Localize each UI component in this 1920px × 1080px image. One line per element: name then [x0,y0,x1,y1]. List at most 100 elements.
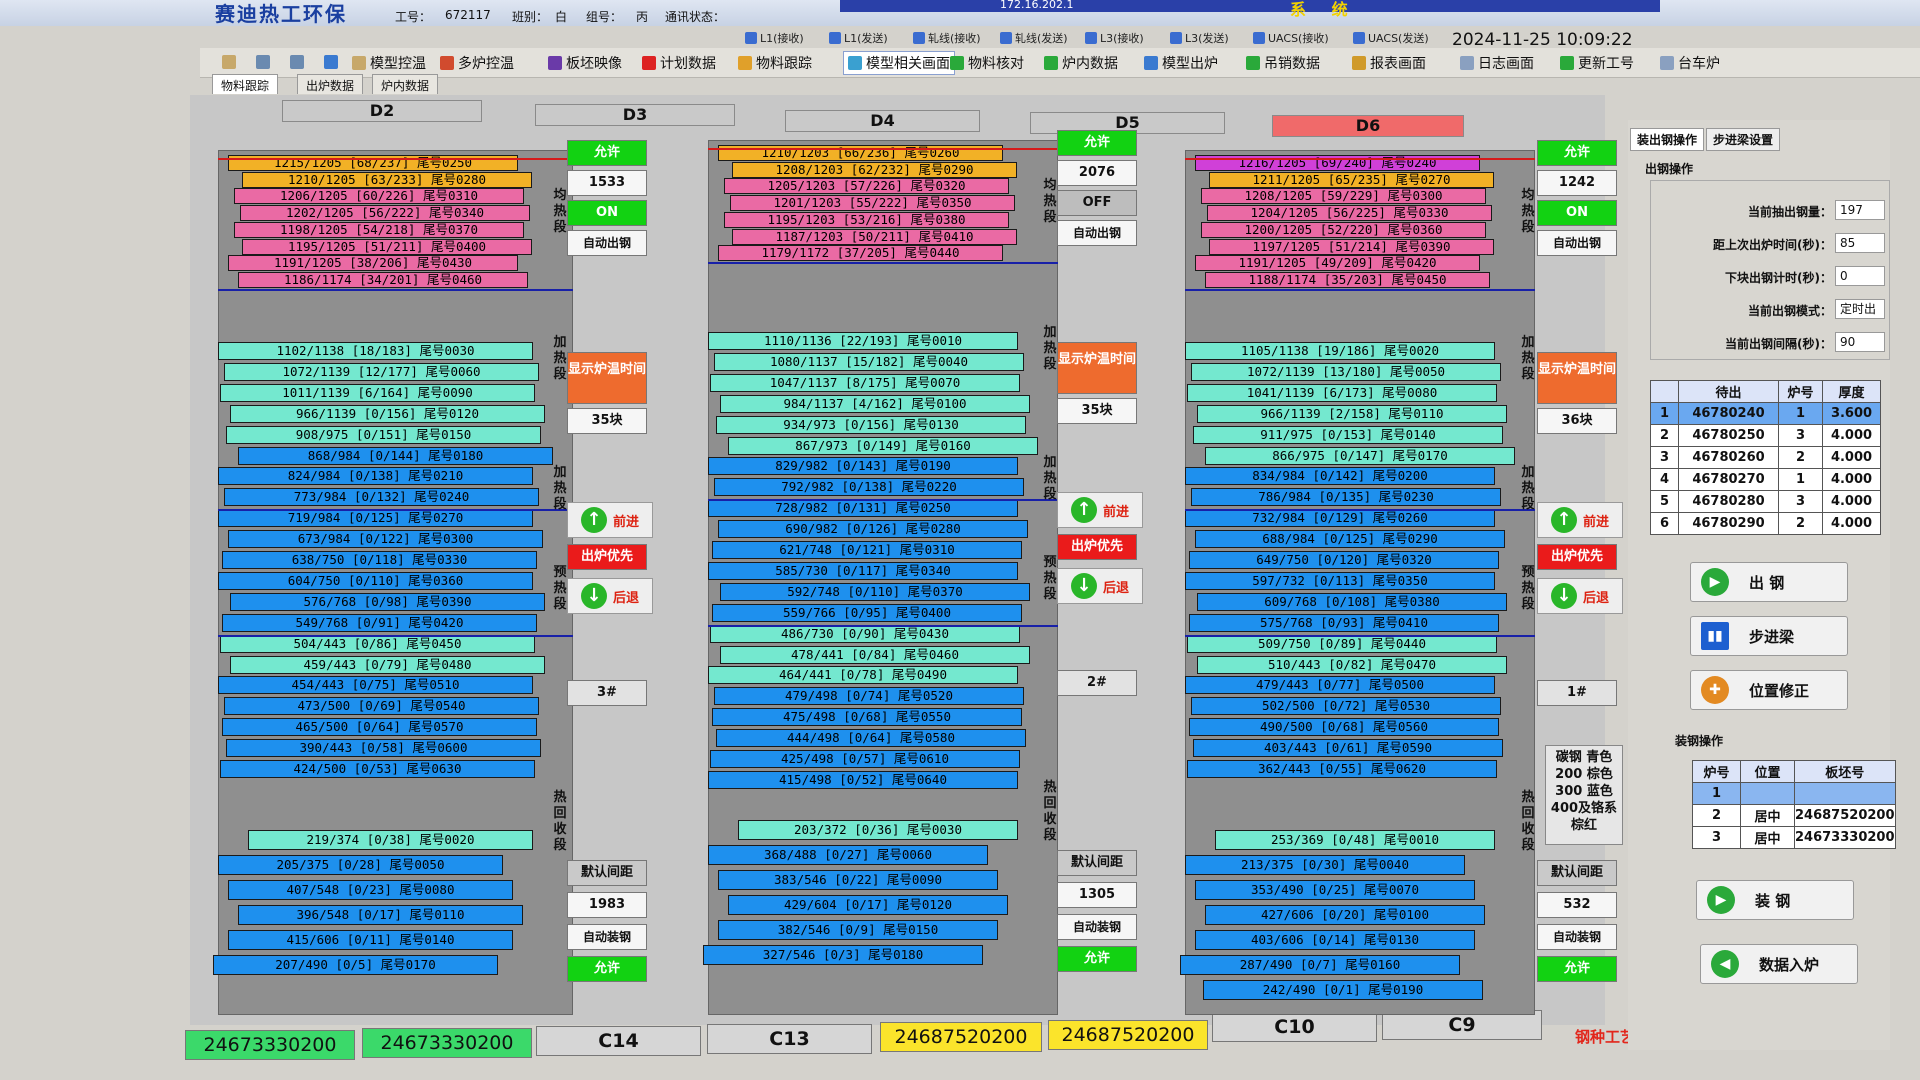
slab-item[interactable]: 575/768 [0/93] 尾号0410 [1189,613,1499,632]
slab-item[interactable]: 486/730 [0/90] 尾号0430 [710,624,1020,643]
walking-beam-button[interactable]: ▮▮ 步进梁 [1690,616,1848,656]
slab-item[interactable]: 834/984 [0/142] 尾号0200 [1185,467,1495,486]
slab-item[interactable]: 490/500 [0/68] 尾号0560 [1189,718,1499,737]
slab-item[interactable]: 1204/1205 [56/225] 尾号0330 [1207,205,1492,222]
slab-item[interactable]: 253/369 [0/48] 尾号0010 [1215,830,1495,850]
slab-item[interactable]: 966/1139 [0/156] 尾号0120 [230,404,545,423]
slab-item[interactable]: 1191/1205 [38/206] 尾号0430 [228,255,518,272]
slab-item[interactable]: 1047/1137 [8/175] 尾号0070 [710,373,1020,392]
slab-item[interactable]: 509/750 [0/89] 尾号0440 [1187,634,1497,653]
bottom-slot-c10[interactable]: C10 [1212,1012,1377,1042]
queue-row[interactable]: 6 46780290 2 4.000 [1650,512,1881,535]
slab-item[interactable]: 368/488 [0/27] 尾号0060 [708,845,988,865]
slab-item[interactable]: 1211/1205 [65/235] 尾号0270 [1209,171,1494,188]
auto-mode-toggle[interactable]: OFF [1057,190,1137,216]
slab-item[interactable]: 585/730 [0/117] 尾号0340 [708,561,1018,580]
furnace-data-button[interactable]: 炉内数据 [1044,51,1118,75]
slab-item[interactable]: 576/768 [0/98] 尾号0390 [230,592,545,611]
slab-item[interactable]: 444/498 [0/64] 尾号0580 [716,729,1026,748]
load-steel-button[interactable]: ▶ 装 钢 [1696,880,1854,920]
discharge-priority-button[interactable]: 出炉优先 [1537,544,1617,570]
slab-item[interactable]: 609/768 [0/108] 尾号0380 [1197,592,1507,611]
slab-item[interactable]: 403/606 [0/14] 尾号0130 [1195,930,1475,950]
slab-item[interactable]: 479/498 [0/74] 尾号0520 [714,687,1024,706]
slab-item[interactable]: 287/490 [0/7] 尾号0160 [1180,955,1460,975]
tab-load-discharge[interactable]: 装出钢操作 [1630,128,1705,151]
print-icon[interactable] [256,55,270,69]
slab-item[interactable]: 502/500 [0/72] 尾号0530 [1191,697,1501,716]
load-row[interactable]: 1 [1692,782,1896,805]
slab-item[interactable]: 353/490 [0/25] 尾号0070 [1195,880,1475,900]
queue-row[interactable]: 4 46780270 1 4.000 [1650,468,1881,491]
bottom-slot-c14[interactable]: C14 [536,1026,701,1056]
camera-icon[interactable] [290,55,304,69]
slab-item[interactable]: 1110/1136 [22/193] 尾号0010 [708,332,1018,350]
slab-item[interactable]: 465/500 [0/64] 尾号0570 [222,718,537,737]
slab-item[interactable]: 621/748 [0/121] 尾号0310 [712,541,1022,559]
bottom-slot-c13[interactable]: C13 [707,1024,872,1054]
slab-item[interactable]: 205/375 [0/28] 尾号0050 [218,855,503,875]
auto-load-button[interactable]: 自动装钢 [567,924,647,950]
discharge-priority-button[interactable]: 出炉优先 [567,544,647,570]
load-row[interactable]: 2 居中 24687520200 [1692,804,1896,827]
auto-load-button[interactable]: 自动装钢 [1057,914,1137,940]
slab-item[interactable]: 1102/1138 [18/183] 尾号0030 [218,342,533,360]
back-button[interactable]: ↓ 后退 [1537,578,1623,614]
slab-item[interactable]: 649/750 [0/120] 尾号0320 [1189,551,1499,569]
bottom-slab-3[interactable]: 24687520200 [880,1022,1042,1052]
allow-load-button[interactable]: 允许 [567,956,647,982]
slab-item[interactable]: 425/498 [0/57] 尾号0610 [710,750,1020,768]
queue-row[interactable]: 3 46780260 2 4.000 [1650,446,1881,469]
slab-item[interactable]: 911/975 [0/153] 尾号0140 [1193,425,1503,444]
slab-image-button[interactable]: 板坯映像 [548,51,622,75]
tab-discharge-data[interactable]: 出炉数据 [297,74,364,94]
tab-material-tracking[interactable]: 物料跟踪 [212,74,279,94]
slab-item[interactable]: 464/441 [0/78] 尾号0490 [708,666,1018,685]
slab-item[interactable]: 549/768 [0/91] 尾号0420 [222,613,537,632]
discharge-priority-button[interactable]: 出炉优先 [1057,534,1137,560]
slab-item[interactable]: 1188/1174 [35/203] 尾号0450 [1205,271,1490,288]
position-correct-button[interactable]: ✚ 位置修正 [1690,670,1848,710]
back-button[interactable]: ↓ 后退 [1057,568,1143,604]
slab-item[interactable]: 473/500 [0/69] 尾号0540 [224,697,539,716]
allow-discharge-button[interactable]: 允许 [1537,140,1617,166]
model-related-screen-button[interactable]: 模型相关画面 [843,51,955,75]
slab-item[interactable]: 1200/1205 [52/220] 尾号0360 [1201,221,1486,238]
slab-item[interactable]: 732/984 [0/129] 尾号0260 [1185,509,1495,528]
slab-item[interactable]: 454/443 [0/75] 尾号0510 [218,676,533,695]
slab-item[interactable]: 219/374 [0/38] 尾号0020 [248,830,533,850]
wrench-icon[interactable] [222,55,236,69]
monitor-icon[interactable] [324,55,338,69]
model-discharge-button[interactable]: 模型出炉 [1144,51,1218,75]
slab-item[interactable]: 1197/1205 [51/214] 尾号0390 [1209,238,1494,255]
slab-item[interactable]: 424/500 [0/53] 尾号0630 [220,760,535,778]
data-into-furnace-button[interactable]: ◀ 数据入炉 [1700,944,1858,984]
slab-item[interactable]: 1080/1137 [15/182] 尾号0040 [714,352,1024,371]
slab-item[interactable]: 415/606 [0/11] 尾号0140 [228,930,513,950]
slab-item[interactable]: 327/546 [0/3] 尾号0180 [703,945,983,965]
slab-item[interactable]: 966/1139 [2/158] 尾号0110 [1197,404,1507,423]
log-screen-button[interactable]: 日志画面 [1460,51,1534,75]
forward-button[interactable]: ↑ 前进 [567,502,653,538]
back-button[interactable]: ↓ 后退 [567,578,653,614]
auto-discharge-button[interactable]: 自动出钢 [567,230,647,256]
slab-item[interactable]: 728/982 [0/131] 尾号0250 [708,499,1018,518]
slab-item[interactable]: 1205/1203 [57/226] 尾号0320 [724,178,1009,195]
forward-button[interactable]: ↑ 前进 [1057,492,1143,528]
slab-item[interactable]: 868/984 [0/144] 尾号0180 [238,446,553,465]
slab-item[interactable]: 688/984 [0/125] 尾号0290 [1195,530,1505,549]
slab-item[interactable]: 459/443 [0/79] 尾号0480 [230,655,545,674]
slab-item[interactable]: 1195/1203 [53/216] 尾号0380 [724,211,1009,228]
slab-item[interactable]: 427/606 [0/20] 尾号0100 [1205,905,1485,925]
slab-item[interactable]: 1072/1139 [12/177] 尾号0060 [224,362,539,381]
tab-walking-beam-settings[interactable]: 步进梁设置 [1706,128,1781,151]
bottom-slab-2[interactable]: 24673330200 [362,1028,532,1058]
slab-item[interactable]: 866/975 [0/147] 尾号0170 [1205,446,1515,465]
slab-item[interactable]: 213/375 [0/30] 尾号0040 [1185,855,1465,875]
auto-mode-toggle[interactable]: ON [1537,200,1617,226]
slab-item[interactable]: 207/490 [0/5] 尾号0170 [213,955,498,975]
allow-load-button[interactable]: 允许 [1057,946,1137,972]
auto-load-button[interactable]: 自动装钢 [1537,924,1617,950]
queue-row[interactable]: 2 46780250 3 4.000 [1650,424,1881,447]
slab-item[interactable]: 1187/1203 [50/211] 尾号0410 [732,228,1017,245]
